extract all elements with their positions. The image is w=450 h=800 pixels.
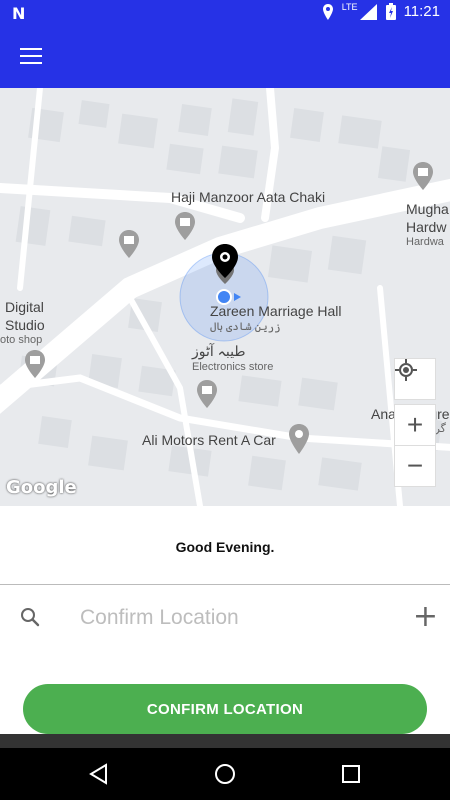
greeting-text: Good Evening. xyxy=(0,506,450,585)
back-icon[interactable] xyxy=(86,762,112,786)
map-view[interactable]: Haji Manzoor Aata Chaki Mugha Hardw Hard… xyxy=(0,88,450,506)
selected-location-pin-icon[interactable] xyxy=(211,244,239,278)
google-attribution-logo: Google xyxy=(6,477,77,498)
shopping-bag-marker-icon xyxy=(197,380,217,408)
map-label-hardw: Hardw xyxy=(406,219,447,235)
shopping-bag-marker-icon xyxy=(25,350,45,378)
map-label-zareen-urdu: زرین شادی ہال xyxy=(210,321,281,333)
map-label-zareen: Zareen Marriage Hall xyxy=(210,303,342,319)
hamburger-menu-icon[interactable] xyxy=(20,48,42,66)
place-marker-icon xyxy=(289,424,309,454)
map-label-photo-shop: oto shop xyxy=(0,334,43,346)
network-type: LTE xyxy=(341,1,358,12)
confirm-location-input[interactable] xyxy=(78,603,402,633)
zoom-in-button[interactable]: + xyxy=(394,404,436,446)
recents-icon[interactable] xyxy=(338,762,364,786)
clock: 11:21 xyxy=(403,3,440,20)
map-label-electronics: Electronics store xyxy=(192,361,274,373)
app-bar xyxy=(0,26,450,88)
location-icon xyxy=(322,3,333,20)
shopping-bag-marker-icon xyxy=(119,230,139,258)
map-label-digital: Digital xyxy=(5,299,44,315)
zoom-out-button[interactable]: − xyxy=(394,445,436,487)
search-icon xyxy=(21,608,40,627)
map-label-ali-motors: Ali Motors Rent A Car xyxy=(142,432,276,448)
status-bar: N LTE 11:21 xyxy=(0,0,450,26)
bottom-strip xyxy=(0,734,450,748)
signal-icon xyxy=(359,3,377,20)
map-label-mugha: Mugha xyxy=(406,201,449,217)
gps-crosshair-icon xyxy=(395,359,417,381)
shopping-bag-marker-icon xyxy=(413,162,433,190)
map-label-studio: Studio xyxy=(5,317,45,333)
add-location-plus-icon[interactable]: + xyxy=(413,599,438,634)
store-marker-icon xyxy=(175,212,195,240)
confirm-location-button[interactable]: CONFIRM LOCATION xyxy=(23,684,427,734)
map-label-hardwa: Hardwa xyxy=(406,236,444,248)
battery-icon xyxy=(385,3,396,20)
map-label-haji: Haji Manzoor Aata Chaki xyxy=(171,189,326,205)
home-icon[interactable] xyxy=(212,762,238,786)
system-navigation-bar xyxy=(0,748,450,800)
my-location-button[interactable] xyxy=(394,358,436,400)
notification-icon: N xyxy=(12,4,26,23)
map-label-tayyaba-urdu: طیبہ آٹوز xyxy=(192,343,246,359)
location-search-row: + xyxy=(0,585,450,651)
